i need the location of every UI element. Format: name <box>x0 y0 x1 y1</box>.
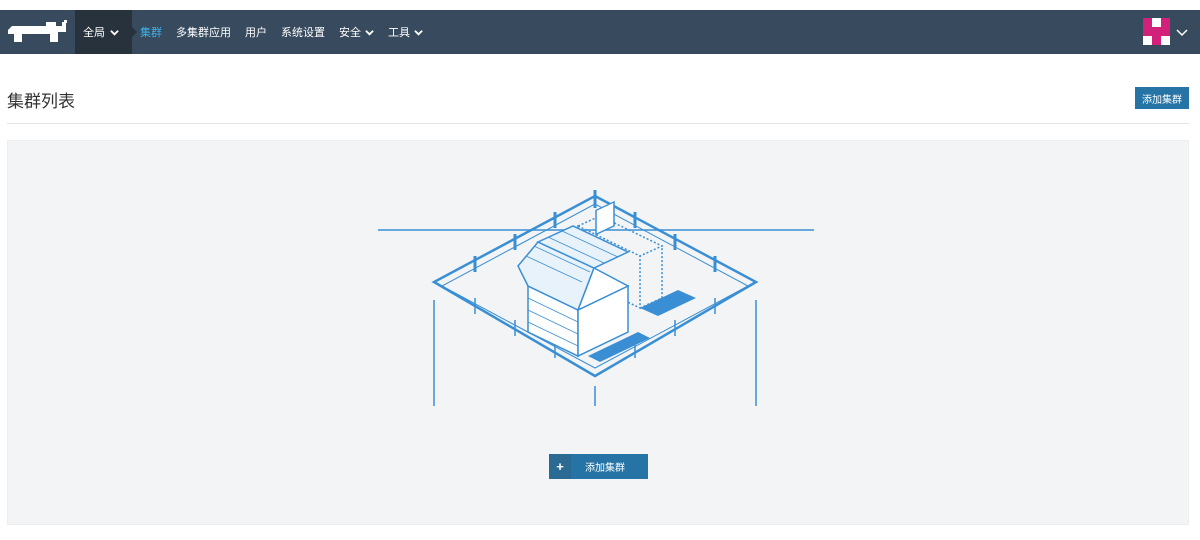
farm-illustration <box>378 190 814 406</box>
nav-item-label: 安全 <box>339 26 361 39</box>
scope-arrow <box>132 27 137 37</box>
nav-item-users[interactable]: 用户 <box>245 24 267 40</box>
nav-item-label: 用户 <box>245 26 267 39</box>
nav-item-clusters[interactable]: 集群 <box>140 24 162 40</box>
header-divider <box>7 123 1189 124</box>
scope-selector[interactable]: 全局 <box>75 10 132 54</box>
chevron-down-icon <box>1176 28 1188 36</box>
plus-icon: + <box>549 454 571 479</box>
chevron-down-icon <box>414 29 423 36</box>
nav-item-security[interactable]: 安全 <box>339 24 374 40</box>
rancher-logo-icon <box>8 20 67 42</box>
nav-item-label: 多集群应用 <box>176 26 231 39</box>
add-cluster-label: 添加集群 <box>585 463 625 474</box>
nav-item-label: 集群 <box>140 26 162 39</box>
chevron-down-icon <box>365 29 374 36</box>
nav-item-tools[interactable]: 工具 <box>388 24 423 40</box>
rancher-logo[interactable] <box>0 10 75 54</box>
nav-item-label: 系统设置 <box>281 26 325 39</box>
empty-state-add-cluster-button[interactable]: + 添加集群 <box>549 454 648 479</box>
avatar <box>1143 18 1170 45</box>
nav-item-settings[interactable]: 系统设置 <box>281 24 325 40</box>
chevron-down-icon <box>110 29 119 36</box>
nav-item-label: 工具 <box>388 26 410 39</box>
empty-state-panel: + 添加集群 <box>7 140 1189 525</box>
top-navbar: 全局 集群 多集群应用 用户 系统设置 安全 工具 <box>0 10 1200 54</box>
user-menu[interactable] <box>1143 18 1188 45</box>
page-title: 集群列表 <box>7 92 75 112</box>
main-nav: 集群 多集群应用 用户 系统设置 安全 工具 <box>140 10 437 54</box>
add-cluster-button[interactable]: 添加集群 <box>1135 87 1189 109</box>
scope-label: 全局 <box>83 26 105 39</box>
nav-item-multi-cluster-apps[interactable]: 多集群应用 <box>176 24 231 40</box>
